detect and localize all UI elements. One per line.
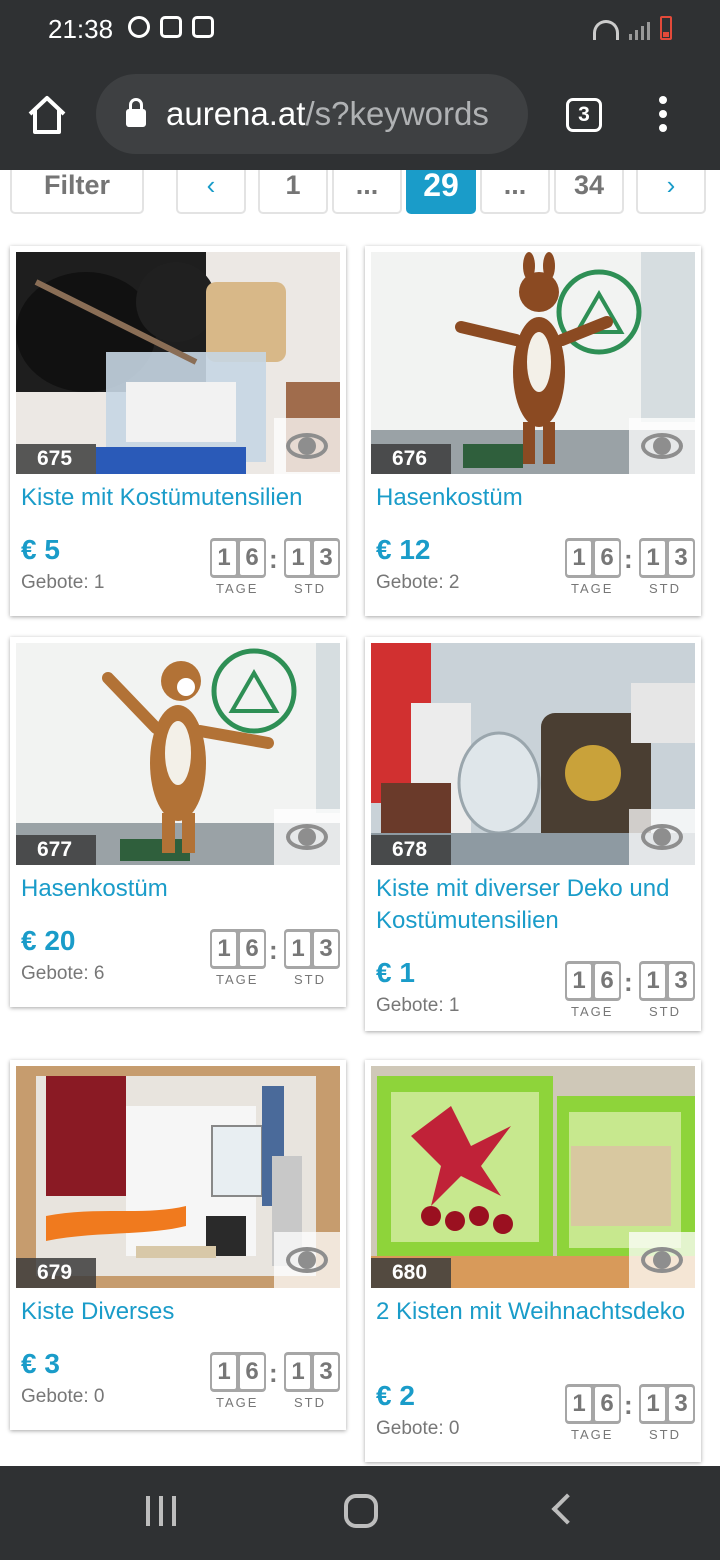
lot-photo[interactable]: 678 [371,643,695,865]
sync-icon [128,16,150,38]
battery-icon [660,16,672,40]
days-label: TAGE [216,581,259,596]
bid-count: Gebote: 1 [21,572,105,593]
page-ellipsis[interactable]: ... [480,170,550,214]
url-text: aurena.at/s?keywords [166,95,489,132]
lot-number: 678 [371,835,451,865]
filter-button[interactable]: Filter [10,170,144,214]
bid-count: Gebote: 0 [376,1418,460,1439]
media-icon [192,16,214,38]
hours-label: STD [294,972,326,987]
lot-photo[interactable]: 679 [16,1066,340,1288]
back-nav-icon[interactable] [551,1493,583,1525]
countdown-timer: 16 : 13 TAGE STD [210,538,340,596]
page-ellipsis[interactable]: ... [332,170,402,214]
lot-card[interactable]: 678 Kiste mit diverser Deko und Kostümut… [365,637,701,1031]
page-button[interactable]: 1 [258,170,328,214]
countdown-timer: 16 : 13 TAGE STD [565,961,695,1019]
browser-toolbar: aurena.at/s?keywords 3 [0,58,720,170]
system-nav-bar [0,1466,720,1560]
lot-photo[interactable]: 680 [371,1066,695,1288]
next-page-button[interactable]: › [636,170,706,214]
watch-eye-icon[interactable] [274,418,340,474]
lot-price: € 5 [21,534,60,565]
lot-card[interactable]: 680 2 Kisten mit Weihnachtsdeko € 2 Gebo… [365,1060,701,1462]
lot-number: 680 [371,1258,451,1288]
home-icon[interactable] [26,94,68,136]
lot-number: 679 [16,1258,96,1288]
lot-card[interactable]: 677 Hasenkostüm € 20 Gebote: 6 16 : 13 T… [10,637,346,1007]
lot-title[interactable]: Kiste Diverses [21,1296,341,1328]
watch-eye-icon[interactable] [274,1232,340,1288]
browser-menu-icon[interactable] [656,96,670,132]
countdown-timer: 16 : 13 TAGE STD [565,1384,695,1442]
lot-photo[interactable]: 675 [16,252,340,474]
tab-switcher-button[interactable]: 3 [566,98,602,132]
prev-page-button[interactable]: ‹ [176,170,246,214]
lot-price: € 20 [21,925,76,956]
lot-number: 675 [16,444,96,474]
lot-price: € 2 [376,1380,415,1411]
lot-number: 676 [371,444,451,474]
lot-title[interactable]: Kiste mit diverser Deko und Kostümutensi… [376,873,696,937]
hours-label: STD [649,1427,681,1442]
watch-eye-icon[interactable] [629,809,695,865]
countdown-timer: 16 : 13 TAGE STD [210,1352,340,1410]
address-bar[interactable]: aurena.at/s?keywords [96,74,528,154]
lot-card[interactable]: 675 Kiste mit Kostümutensilien € 5 Gebot… [10,246,346,616]
notification-icons [128,16,214,38]
watch-eye-icon[interactable] [274,809,340,865]
wifi-icon [593,20,619,40]
lot-photo[interactable]: 676 [371,252,695,474]
bid-count: Gebote: 0 [21,1386,105,1407]
lot-price: € 12 [376,534,431,565]
status-bar: 21:38 [0,0,720,58]
days-label: TAGE [571,581,614,596]
lot-number: 677 [16,835,96,865]
current-page-button[interactable]: 29 [406,170,476,214]
home-nav-icon[interactable] [344,1494,378,1528]
recent-apps-icon[interactable] [146,1496,176,1526]
image-icon [160,16,182,38]
watch-eye-icon[interactable] [629,418,695,474]
pagination-bar: Filter ‹ 1 ... 29 ... 34 › [0,170,720,220]
lot-title[interactable]: 2 Kisten mit Weihnachtsdeko [376,1296,696,1328]
lot-card[interactable]: 676 Hasenkostüm € 12 Gebote: 2 16 : 13 T… [365,246,701,616]
lock-icon [126,98,146,127]
hours-label: STD [294,581,326,596]
lot-title[interactable]: Kiste mit Kostümutensilien [21,482,341,514]
bid-count: Gebote: 1 [376,995,460,1016]
lot-title[interactable]: Hasenkostüm [21,873,341,905]
hours-label: STD [294,1395,326,1410]
days-label: TAGE [571,1427,614,1442]
lot-photo[interactable]: 677 [16,643,340,865]
lot-card[interactable]: 679 Kiste Diverses € 3 Gebote: 0 16 : 13… [10,1060,346,1430]
hours-label: STD [649,1004,681,1019]
signal-icon [629,22,650,40]
countdown-timer: 16 : 13 TAGE STD [565,538,695,596]
clock: 21:38 [48,14,114,44]
lot-price: € 3 [21,1348,60,1379]
hours-label: STD [649,581,681,596]
countdown-timer: 16 : 13 TAGE STD [210,929,340,987]
bid-count: Gebote: 6 [21,963,105,984]
bid-count: Gebote: 2 [376,572,460,593]
watch-eye-icon[interactable] [629,1232,695,1288]
lot-title[interactable]: Hasenkostüm [376,482,696,514]
days-label: TAGE [571,1004,614,1019]
page-button[interactable]: 34 [554,170,624,214]
days-label: TAGE [216,1395,259,1410]
lot-price: € 1 [376,957,415,988]
days-label: TAGE [216,972,259,987]
